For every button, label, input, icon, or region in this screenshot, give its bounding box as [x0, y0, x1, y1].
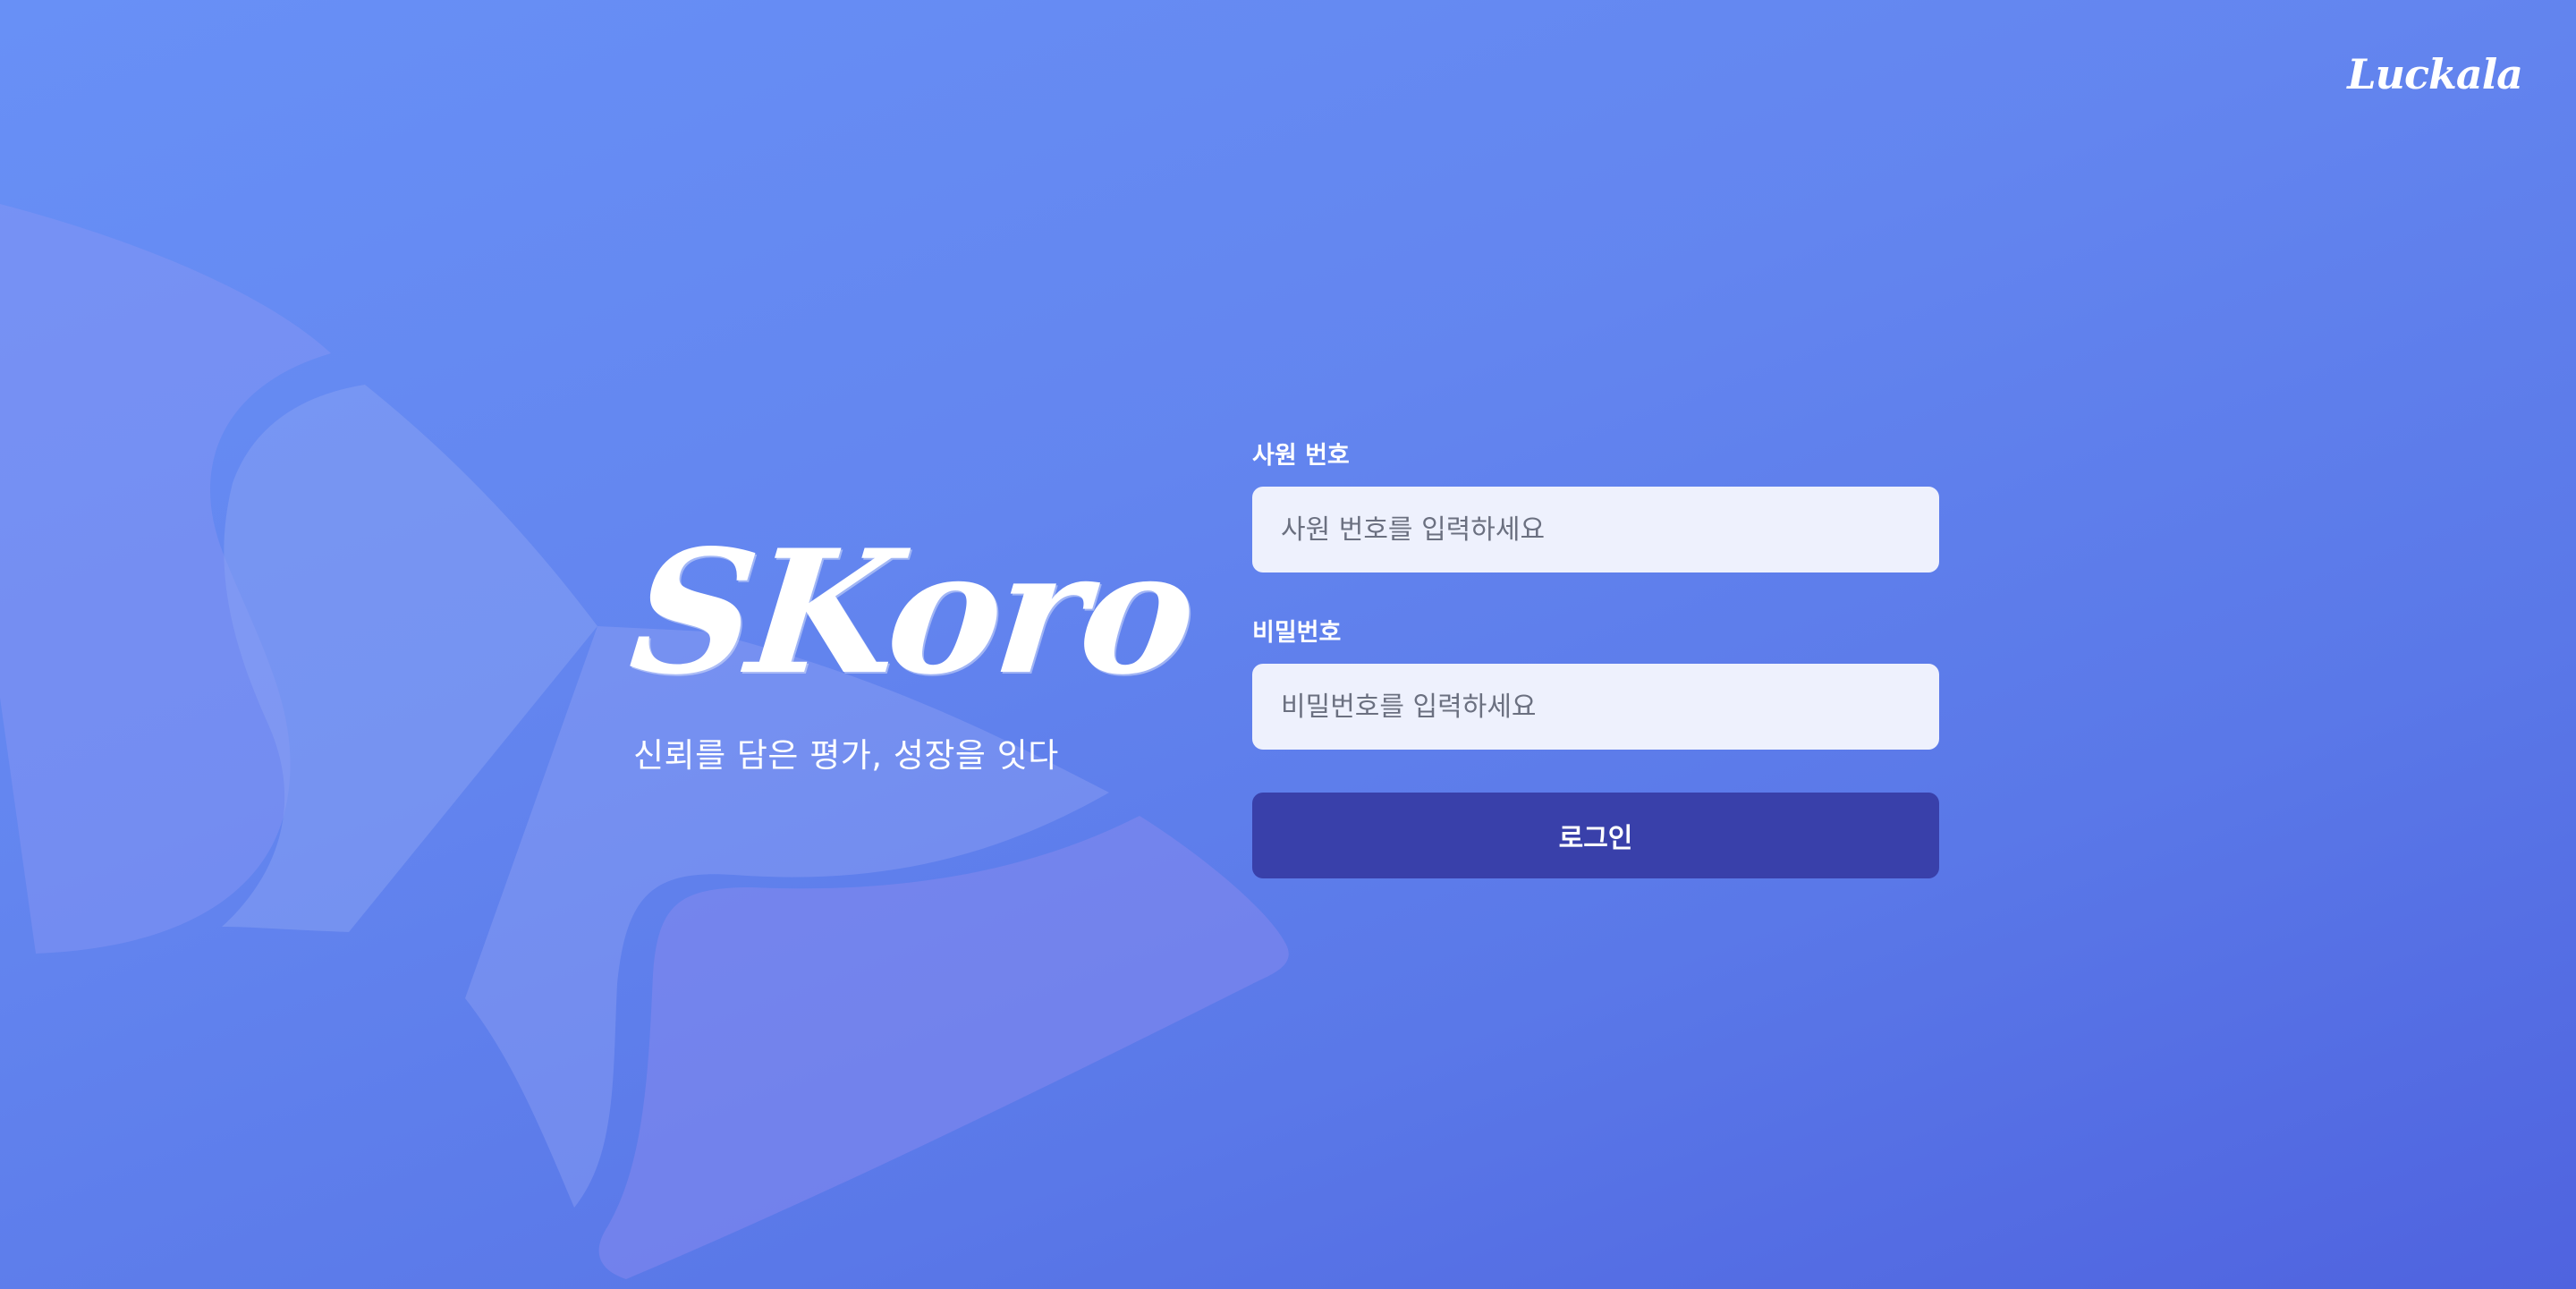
employee-id-input[interactable]	[1252, 487, 1939, 572]
login-button[interactable]: 로그인	[1252, 793, 1939, 878]
hero-section: SKoro 신뢰를 담은 평가, 성장을 잇다	[623, 513, 1199, 776]
login-form: 사원 번호 비밀번호 로그인	[1252, 442, 1939, 878]
password-group: 비밀번호	[1252, 619, 1939, 750]
decor-fan-right	[598, 816, 1289, 1279]
employee-id-group: 사원 번호	[1252, 442, 1939, 572]
password-input[interactable]	[1252, 664, 1939, 750]
password-label: 비밀번호	[1252, 619, 1342, 647]
app-title: SKoro	[623, 513, 1200, 712]
app-tagline: 신뢰를 담은 평가, 성장을 잇다	[633, 736, 1059, 775]
employee-id-label: 사원 번호	[1252, 442, 1350, 470]
luckala-logo: Luckala	[2347, 50, 2523, 98]
